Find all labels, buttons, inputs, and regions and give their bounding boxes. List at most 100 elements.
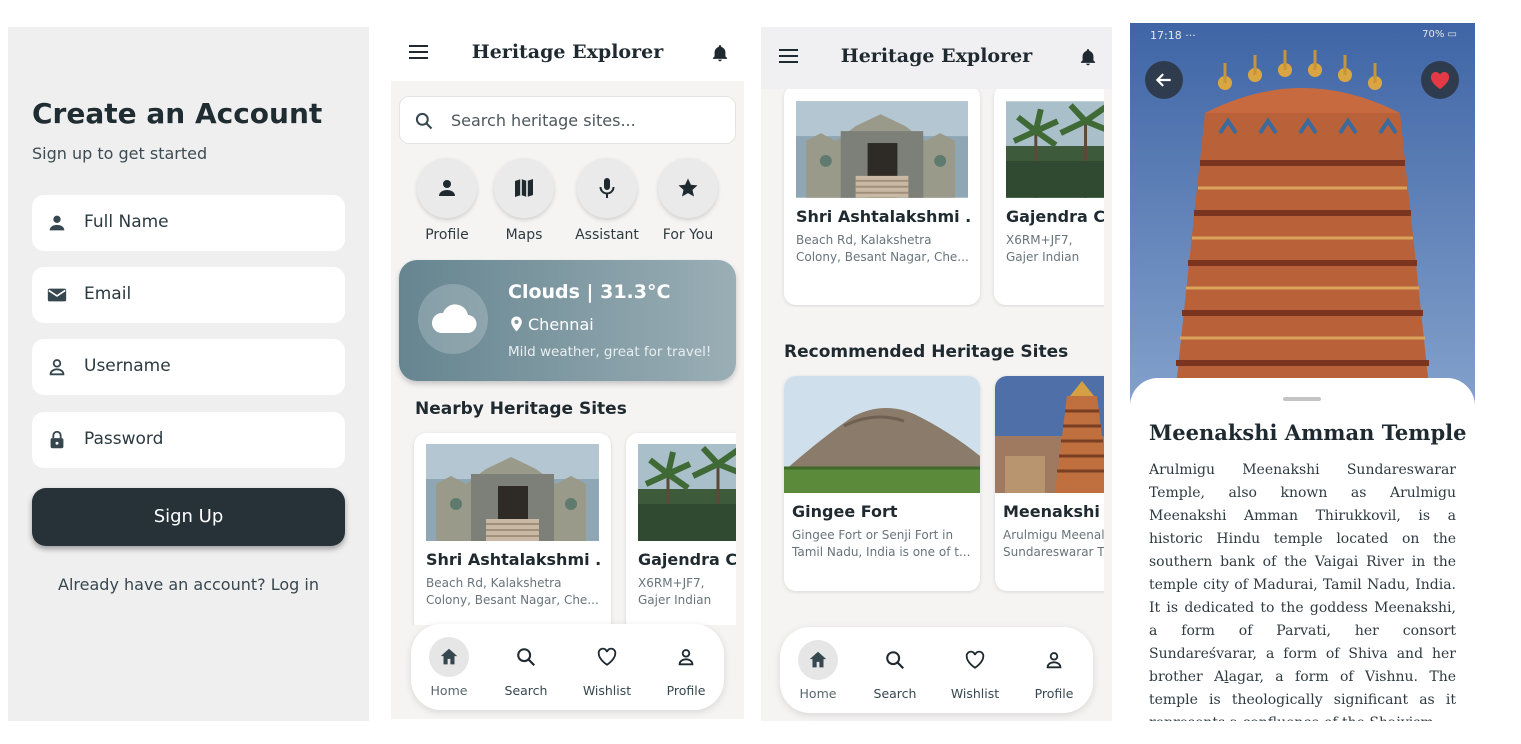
recommended-card-gingee[interactable]: Gingee Fort Gingee Fort or Senji Fort in… bbox=[784, 376, 980, 591]
app-bar: Heritage Explorer bbox=[391, 27, 744, 81]
search-input[interactable]: Search heritage sites... bbox=[399, 96, 736, 144]
search-placeholder: Search heritage sites... bbox=[451, 111, 636, 130]
site-detail-screen: 17:18 ··· 70% ▭ Meenakshi Amman Temple A… bbox=[1130, 23, 1475, 721]
site-image-meenakshi bbox=[995, 376, 1104, 493]
mail-icon bbox=[47, 288, 67, 302]
password-field[interactable]: Password bbox=[32, 412, 345, 468]
username-label: Username bbox=[84, 356, 171, 376]
nearby-carousel[interactable]: Shri Ashtalakshmi ... Beach Rd, Kalakshe… bbox=[761, 89, 1104, 307]
heart-outline-icon bbox=[965, 650, 985, 669]
nav-label: Search bbox=[504, 683, 548, 698]
nearby-card-ashtalakshmi[interactable]: Shri Ashtalakshmi ... Beach Rd, Kalakshe… bbox=[784, 89, 980, 305]
person-icon bbox=[49, 215, 65, 231]
site-image-gajendra bbox=[638, 444, 736, 541]
quick-action-label: Maps bbox=[505, 227, 543, 243]
full-name-field[interactable]: Full Name bbox=[32, 195, 345, 251]
bottom-navigation: Home Search Wishlist Profile bbox=[780, 627, 1093, 713]
nav-wishlist[interactable]: Wishlist bbox=[572, 637, 642, 698]
nearby-card-ashtalakshmi[interactable]: Shri Ashtalakshmi ... Beach Rd, Kalakshe… bbox=[414, 433, 611, 625]
home-icon bbox=[440, 648, 458, 665]
site-title: Meenakshi Amman Temple bbox=[1149, 420, 1467, 445]
drag-handle[interactable] bbox=[1283, 397, 1321, 401]
nav-search[interactable]: Search bbox=[491, 637, 561, 698]
person-outline-icon bbox=[1046, 652, 1062, 669]
home-screen: Heritage Explorer Search heritage sites.… bbox=[391, 27, 744, 719]
email-field[interactable]: Email bbox=[32, 267, 345, 323]
search-icon bbox=[517, 648, 536, 667]
lock-icon bbox=[50, 430, 64, 449]
weather-icon-bg bbox=[418, 284, 488, 354]
login-link[interactable]: Already have an account? Log in bbox=[8, 575, 369, 594]
nearby-section-title: Nearby Heritage Sites bbox=[415, 399, 627, 419]
site-address: X6RM+JF7, Gajer Indian Institute C bbox=[638, 576, 712, 607]
site-address: Beach Rd, Kalakshetra Colony, Besant Nag… bbox=[796, 233, 969, 264]
status-bar-battery: 70% ▭ bbox=[1422, 29, 1457, 40]
quick-action-for-you[interactable]: For You bbox=[656, 158, 720, 243]
home-icon bbox=[809, 651, 827, 668]
weather-city: Chennai bbox=[528, 315, 594, 334]
email-label: Email bbox=[84, 284, 132, 304]
bottom-navigation: Home Search Wishlist Profile bbox=[411, 624, 724, 710]
page-title: Create an Account bbox=[32, 97, 323, 130]
nav-profile[interactable]: Profile bbox=[651, 637, 721, 698]
site-address: Gingee Fort or Senji Fort in Tamil Nadu,… bbox=[792, 528, 971, 559]
sign-up-button[interactable]: Sign Up bbox=[32, 488, 345, 546]
nav-label: Home bbox=[799, 686, 837, 701]
nav-search[interactable]: Search bbox=[860, 640, 930, 701]
battery-percent: 70% bbox=[1422, 29, 1445, 40]
favorite-button[interactable] bbox=[1421, 61, 1459, 99]
weather-city-row: Chennai bbox=[510, 315, 594, 334]
quick-action-profile[interactable]: Profile bbox=[415, 158, 479, 243]
quick-action-maps[interactable]: Maps bbox=[492, 158, 556, 243]
username-field[interactable]: Username bbox=[32, 339, 345, 395]
nav-label: Profile bbox=[1034, 686, 1074, 701]
cloud-icon bbox=[431, 304, 477, 334]
nav-home[interactable]: Home bbox=[414, 637, 484, 698]
location-pin-icon bbox=[511, 316, 522, 332]
nearby-carousel[interactable]: Shri Ashtalakshmi ... Beach Rd, Kalakshe… bbox=[391, 425, 736, 625]
nearby-card-gajendra[interactable]: Gajendra Ci X6RM+JF7, Gajer Indian Insti… bbox=[626, 433, 736, 625]
star-icon bbox=[678, 178, 698, 197]
quick-action-label: For You bbox=[662, 227, 714, 243]
password-label: Password bbox=[84, 429, 164, 449]
person-outline-icon bbox=[49, 359, 65, 376]
battery-icon: ▭ bbox=[1447, 29, 1457, 40]
site-address: X6RM+JF7, Gajer Indian Institute C bbox=[1006, 233, 1080, 264]
site-name: Gajendra Ci bbox=[638, 550, 736, 569]
quick-action-assistant[interactable]: Assistant bbox=[575, 158, 639, 243]
nav-home[interactable]: Home bbox=[783, 640, 853, 701]
nearby-card-gajendra[interactable]: Gajendra Ci X6RM+JF7, Gajer Indian Insti… bbox=[994, 89, 1104, 305]
home-scrolled-screen: Heritage Explorer Shri Ashtalakshmi ... … bbox=[761, 27, 1112, 721]
site-address: Arulmigu Meenal Sundareswarar T bbox=[1003, 528, 1104, 559]
back-button[interactable] bbox=[1145, 61, 1183, 99]
site-address: Beach Rd, Kalakshetra Colony, Besant Nag… bbox=[426, 576, 599, 607]
status-bar-time: 17:18 ··· bbox=[1150, 29, 1196, 42]
site-name: Shri Ashtalakshmi ... bbox=[426, 550, 601, 569]
person-outline-icon bbox=[678, 649, 694, 666]
site-description: Arulmigu Meenakshi Sundareswarar Temple,… bbox=[1149, 462, 1456, 721]
person-icon bbox=[439, 180, 455, 196]
heart-outline-icon bbox=[597, 647, 617, 666]
weather-card[interactable]: Clouds | 31.3°C Chennai Mild weather, gr… bbox=[399, 260, 736, 381]
nav-wishlist[interactable]: Wishlist bbox=[940, 640, 1010, 701]
mic-icon bbox=[599, 178, 615, 198]
site-image-ashtalakshmi bbox=[426, 444, 599, 541]
heart-icon bbox=[1430, 71, 1450, 90]
site-image-gingee bbox=[784, 376, 980, 493]
recommended-carousel[interactable]: Gingee Fort Gingee Fort or Senji Fort in… bbox=[761, 372, 1104, 594]
bell-icon[interactable] bbox=[710, 42, 730, 64]
weather-condition: Clouds | 31.3°C bbox=[508, 281, 671, 303]
recommended-card-meenakshi[interactable]: Meenakshi A Arulmigu Meenal Sundareswara… bbox=[995, 376, 1104, 591]
weather-description: Mild weather, great for travel! bbox=[508, 344, 712, 360]
nav-label: Wishlist bbox=[582, 683, 632, 698]
nav-profile[interactable]: Profile bbox=[1019, 640, 1089, 701]
site-image-ashtalakshmi bbox=[796, 101, 968, 198]
nav-label: Wishlist bbox=[950, 686, 1000, 701]
detail-sheet: Meenakshi Amman Temple Arulmigu Meenaksh… bbox=[1130, 378, 1475, 721]
arrow-left-icon bbox=[1155, 73, 1171, 87]
page-subtitle: Sign up to get started bbox=[32, 144, 208, 163]
quick-action-label: Assistant bbox=[575, 227, 639, 243]
recommended-section-title: Recommended Heritage Sites bbox=[784, 342, 1069, 362]
search-icon bbox=[886, 651, 905, 670]
bell-icon[interactable] bbox=[1078, 46, 1098, 68]
